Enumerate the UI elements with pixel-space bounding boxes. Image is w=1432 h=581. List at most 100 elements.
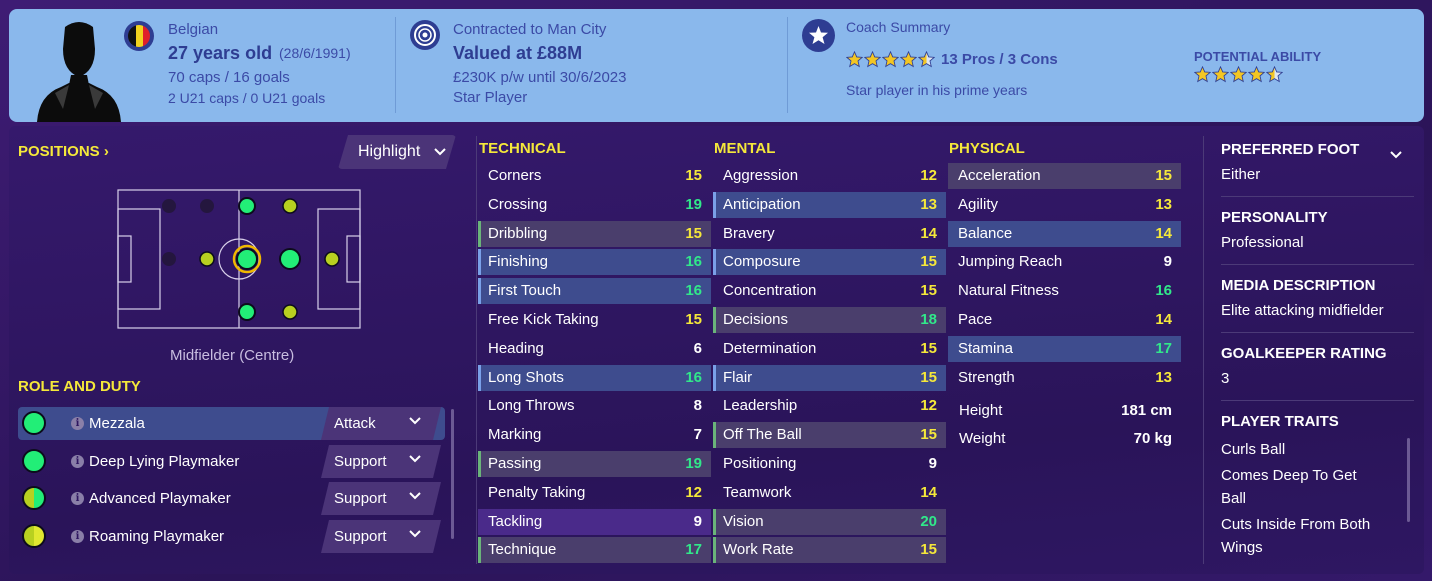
- technical-attribute-row[interactable]: Passing 19: [478, 451, 711, 477]
- attribute-value: 15: [920, 339, 937, 357]
- technical-attribute-row[interactable]: Dribbling 15: [478, 220, 711, 247]
- mental-attribute-row[interactable]: Off The Ball 15: [713, 422, 946, 449]
- attribute-value: 9: [928, 455, 937, 472]
- technical-attribute-row[interactable]: Finishing 16: [478, 249, 711, 276]
- squad-status: Star Player: [453, 89, 528, 106]
- physical-attribute-row[interactable]: Balance 14: [948, 220, 1181, 247]
- duty-dropdown[interactable]: Support: [321, 445, 441, 478]
- divider: [1221, 264, 1414, 265]
- technical-attribute-row[interactable]: Technique 17: [478, 537, 711, 564]
- technical-attribute-row[interactable]: Tackling 9: [478, 508, 711, 535]
- technical-attribute-row[interactable]: Corners 15: [478, 163, 711, 189]
- attribute-value: 16: [685, 282, 702, 300]
- mental-attribute-row[interactable]: Teamwork 14: [713, 480, 946, 506]
- traits-scrollbar[interactable]: [1407, 438, 1410, 522]
- physical-attribute-row[interactable]: Strength 13: [948, 365, 1181, 391]
- divider: [1203, 136, 1204, 564]
- chevron-down-icon: [409, 530, 421, 538]
- attribute-value: 12: [920, 397, 937, 415]
- mental-attribute-row[interactable]: Decisions 18: [713, 307, 946, 333]
- divider: [1221, 400, 1414, 401]
- mental-attribute-row[interactable]: Flair 15: [713, 364, 946, 391]
- mental-attribute-row[interactable]: Positioning 9: [713, 451, 946, 477]
- technical-attribute-row[interactable]: Penalty Taking 12: [478, 480, 711, 506]
- attribute-name: Work Rate: [723, 541, 794, 559]
- info-icon[interactable]: i: [71, 530, 84, 543]
- attribute-name: Dribbling: [488, 224, 548, 242]
- attribute-value: 14: [920, 224, 937, 242]
- mental-attribute-row[interactable]: Composure 15: [713, 249, 946, 276]
- physical-attribute-row[interactable]: Acceleration 15: [948, 163, 1181, 189]
- attribute-name: Agility: [958, 195, 999, 213]
- club-badge-icon: [410, 20, 440, 50]
- info-icon[interactable]: i: [71, 455, 84, 468]
- technical-attribute-row[interactable]: Long Shots 16: [478, 364, 711, 391]
- attribute-value: 13: [1155, 195, 1172, 213]
- positions-title[interactable]: POSITIONS ›: [18, 143, 109, 160]
- attribute-value: 18: [920, 311, 937, 328]
- age: 27 years old: [168, 43, 273, 63]
- star-icon: [846, 51, 863, 68]
- star-icon: [918, 51, 935, 68]
- chevron-down-icon[interactable]: [1390, 151, 1402, 159]
- duty-dropdown[interactable]: Attack: [321, 407, 441, 440]
- attribute-value: 15: [920, 368, 937, 386]
- caps[interactable]: 70 caps / 16 goals: [168, 69, 290, 86]
- attribute-value: 15: [920, 541, 937, 559]
- preferred-foot-label: PREFERRED FOOT: [1221, 141, 1360, 158]
- mental-attribute-row[interactable]: Determination 15: [713, 336, 946, 362]
- roles-scrollbar[interactable]: [451, 409, 454, 539]
- mental-attribute-row[interactable]: Aggression 12: [713, 163, 946, 189]
- role-row[interactable]: i Deep Lying Playmaker Support: [18, 445, 445, 478]
- physical-attribute-row[interactable]: Stamina 17: [948, 335, 1181, 362]
- mental-attribute-row[interactable]: Vision 20: [713, 508, 946, 535]
- mental-attribute-row[interactable]: Bravery 14: [713, 221, 946, 247]
- star-icon: [864, 51, 881, 68]
- duty-dropdown[interactable]: Support: [321, 520, 441, 553]
- coach-rating-stars: [846, 51, 935, 68]
- weight-value: 70 kg: [1133, 430, 1172, 447]
- attribute-name: Teamwork: [723, 483, 792, 501]
- mental-attribute-row[interactable]: Concentration 15: [713, 278, 946, 304]
- attribute-name: Technique: [488, 541, 557, 559]
- attribute-name: Long Shots: [488, 368, 564, 386]
- role-row[interactable]: i Roaming Playmaker Support: [18, 520, 445, 553]
- positions-pitch[interactable]: [117, 189, 361, 329]
- physical-attribute-row[interactable]: Agility 13: [948, 192, 1181, 218]
- technical-attribute-row[interactable]: First Touch 16: [478, 278, 711, 305]
- technical-attribute-row[interactable]: Marking 7: [478, 422, 711, 448]
- duty-label: Attack: [334, 415, 376, 432]
- pros-cons[interactable]: 13 Pros / 3 Cons: [941, 51, 1058, 68]
- preferred-foot: Either: [1221, 166, 1261, 183]
- attribute-name: Bravery: [723, 224, 775, 242]
- highlight-dropdown[interactable]: Highlight: [338, 135, 456, 169]
- contract[interactable]: Contracted to Man City: [453, 21, 606, 38]
- technical-attribute-row[interactable]: Long Throws 8: [478, 393, 711, 419]
- star-icon: [900, 51, 917, 68]
- attribute-name: Corners: [488, 167, 542, 184]
- physical-attribute-row[interactable]: Pace 14: [948, 307, 1181, 333]
- header-divider: [395, 17, 396, 113]
- divider: [1221, 332, 1414, 333]
- attribute-value: 15: [920, 426, 937, 444]
- role-row[interactable]: i Mezzala Attack: [18, 407, 445, 440]
- technical-attribute-row[interactable]: Heading 6: [478, 336, 711, 362]
- role-row[interactable]: i Advanced Playmaker Support: [18, 482, 445, 515]
- mental-attribute-row[interactable]: Anticipation 13: [713, 191, 946, 218]
- chevron-down-icon: [409, 492, 421, 500]
- role-name: Advanced Playmaker: [89, 490, 231, 507]
- divider: [476, 136, 477, 564]
- info-icon[interactable]: i: [71, 492, 84, 505]
- physical-attribute-row[interactable]: Natural Fitness 16: [948, 278, 1181, 304]
- attribute-name: Free Kick Taking: [488, 311, 599, 328]
- physical-attribute-row[interactable]: Jumping Reach 9: [948, 249, 1181, 275]
- mental-attribute-row[interactable]: Leadership 12: [713, 393, 946, 419]
- info-icon[interactable]: i: [71, 417, 84, 430]
- technical-attribute-row[interactable]: Free Kick Taking 15: [478, 307, 711, 333]
- trait-item: Ball: [1221, 490, 1247, 507]
- duty-dropdown[interactable]: Support: [321, 482, 441, 515]
- u21-caps[interactable]: 2 U21 caps / 0 U21 goals: [168, 90, 325, 106]
- attribute-name: Determination: [723, 339, 817, 357]
- mental-attribute-row[interactable]: Work Rate 15: [713, 537, 946, 564]
- technical-attribute-row[interactable]: Crossing 19: [478, 192, 711, 218]
